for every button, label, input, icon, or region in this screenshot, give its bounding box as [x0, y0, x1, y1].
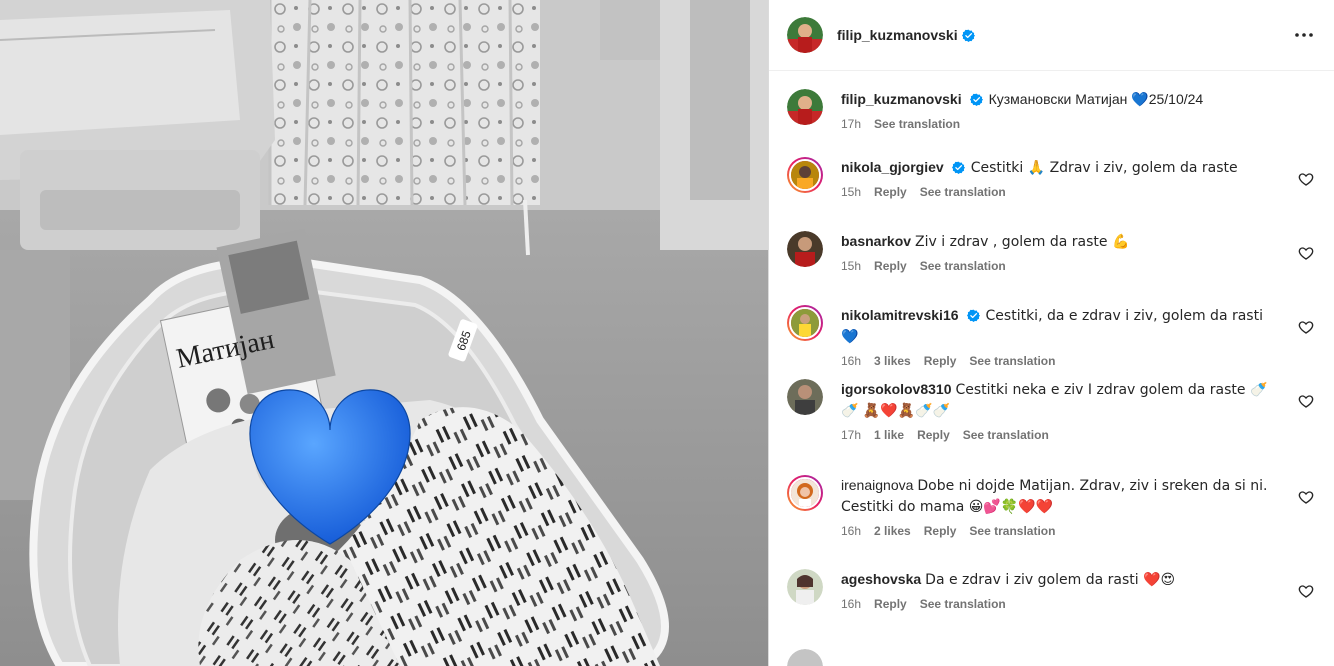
caption-text: Кузмановски Матијан [988, 91, 1128, 107]
comment-item: nikolamitrevski16 Cestitki, da e zdrav i … [787, 305, 1316, 368]
caption-time[interactable]: 17h [841, 117, 861, 131]
caption-username[interactable]: filip_kuzmanovski [841, 91, 962, 107]
likes-count[interactable]: 1 like [874, 428, 904, 442]
avatar-image [787, 569, 823, 605]
comment-time[interactable]: 17h [841, 428, 861, 442]
verified-badge-icon [951, 161, 965, 174]
comment-item: irenaignova Dobe ni dojde Matijan. Zdrav,… [787, 475, 1316, 538]
comment-item: ageshovska Da e zdrav i ziv golem da rast… [787, 569, 1316, 611]
comment-time[interactable]: 15h [841, 259, 861, 273]
avatar-image [791, 161, 819, 189]
reply-button[interactable]: Reply [924, 354, 957, 368]
see-translation-button[interactable]: See translation [920, 259, 1006, 273]
likes-count[interactable]: 3 likes [874, 354, 911, 368]
see-translation-button[interactable]: See translation [920, 597, 1006, 611]
comment-item: igorsokolov8310 Cestitki neka e ziv I zdr… [787, 379, 1316, 442]
blue-heart-emoji: 💙 [1131, 92, 1149, 108]
post-header: filip_kuzmanovski [769, 0, 1334, 71]
heart-outline-icon[interactable] [1298, 319, 1314, 335]
commenter-avatar[interactable] [787, 305, 823, 341]
comment-item: nikola_gjorgiev Cestitki 🙏 Zdrav i ziv, g… [787, 157, 1316, 199]
comments-list[interactable]: filip_kuzmanovski Кузмановски Матијан 💙25… [769, 71, 1334, 666]
comment-text: Cestitki 🙏 Zdrav i ziv, golem da raste [970, 160, 1238, 176]
comments-panel: filip_kuzmanovski filip_kuzmanovski Кузм… [768, 0, 1334, 666]
comment-time[interactable]: 16h [841, 354, 861, 368]
comment-item [787, 649, 1316, 666]
commenter-avatar[interactable] [787, 157, 823, 193]
newborn-photo: 685 Матијан [0, 0, 768, 666]
avatar-image [791, 479, 819, 507]
reply-button[interactable]: Reply [917, 428, 950, 442]
see-translation-button[interactable]: See translation [920, 185, 1006, 199]
likes-count[interactable]: 2 likes [874, 524, 911, 538]
author-avatar[interactable] [787, 17, 823, 53]
comment-time[interactable]: 16h [841, 597, 861, 611]
heart-outline-icon[interactable] [1298, 583, 1314, 599]
comment-text: Da e zdrav i ziv golem da rasti ❤️😍 [925, 572, 1176, 588]
reply-button[interactable]: Reply [874, 185, 907, 199]
avatar-image [787, 89, 823, 125]
commenter-avatar[interactable] [787, 231, 823, 267]
see-translation-button[interactable]: See translation [969, 354, 1055, 368]
reply-button[interactable]: Reply [874, 259, 907, 273]
avatar-image [787, 649, 823, 666]
author-username[interactable]: filip_kuzmanovski [837, 27, 958, 43]
more-options-icon[interactable] [1292, 23, 1316, 47]
heart-outline-icon[interactable] [1298, 489, 1314, 505]
comment-text: Ziv i zdrav , golem da raste 💪 [915, 234, 1130, 250]
verified-badge-icon [966, 309, 980, 322]
avatar-image [787, 17, 823, 53]
avatar-image [787, 231, 823, 267]
caption-date: 25/10/24 [1148, 91, 1204, 107]
reply-button[interactable]: Reply [874, 597, 907, 611]
comment-item: basnarkov Ziv i zdrav , golem da raste 💪 … [787, 231, 1316, 273]
verified-badge-icon [969, 93, 983, 106]
see-translation-button[interactable]: See translation [963, 428, 1049, 442]
verified-badge-icon [961, 29, 975, 42]
commenter-username[interactable]: igorsokolov8310 [841, 381, 952, 397]
commenter-username[interactable]: basnarkov [841, 233, 911, 249]
commenter-username[interactable]: ageshovska [841, 571, 921, 587]
avatar-image [787, 379, 823, 415]
caption: filip_kuzmanovski Кузмановски Матијан 💙25… [787, 89, 1316, 131]
comment-time[interactable]: 15h [841, 185, 861, 199]
post-photo[interactable]: 685 Матијан [0, 0, 768, 666]
avatar-image [791, 309, 819, 337]
author-avatar[interactable] [787, 89, 823, 125]
commenter-username[interactable]: irenaignova [841, 477, 913, 493]
heart-outline-icon[interactable] [1298, 171, 1314, 187]
comment-time[interactable]: 16h [841, 524, 861, 538]
heart-outline-icon[interactable] [1298, 245, 1314, 261]
commenter-avatar[interactable] [787, 569, 823, 605]
see-translation-button[interactable]: See translation [969, 524, 1055, 538]
commenter-avatar[interactable] [787, 649, 823, 666]
heart-outline-icon[interactable] [1298, 393, 1314, 409]
commenter-avatar[interactable] [787, 379, 823, 415]
reply-button[interactable]: Reply [924, 524, 957, 538]
commenter-username[interactable]: nikola_gjorgiev [841, 159, 944, 175]
commenter-username[interactable]: nikolamitrevski16 [841, 307, 959, 323]
see-translation-button[interactable]: See translation [874, 117, 960, 131]
commenter-avatar[interactable] [787, 475, 823, 511]
instagram-post: 685 Матијан filip_kuzmanovski filip_kuzm… [0, 0, 1334, 666]
